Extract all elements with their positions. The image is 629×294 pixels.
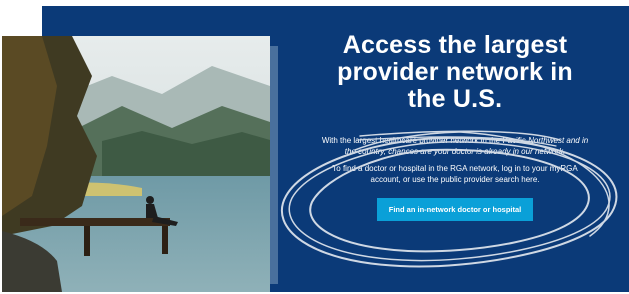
- photo-shadow: [270, 46, 278, 284]
- lake-photo-illustration: [2, 36, 270, 292]
- hero-paragraph-1: With the largest healthcare provider net…: [320, 135, 590, 157]
- hero-content: Access the largest provider network in t…: [320, 32, 590, 221]
- hero-paragraph-2: To find a doctor or hospital in the RGA …: [332, 164, 578, 184]
- hero-headline: Access the largest provider network in t…: [337, 31, 573, 113]
- lake-photo: [2, 36, 270, 292]
- find-doctor-button[interactable]: Find an in-network doctor or hospital: [376, 198, 534, 221]
- hero-paragraph-1-lead: With the largest healthcare provider net…: [321, 136, 526, 145]
